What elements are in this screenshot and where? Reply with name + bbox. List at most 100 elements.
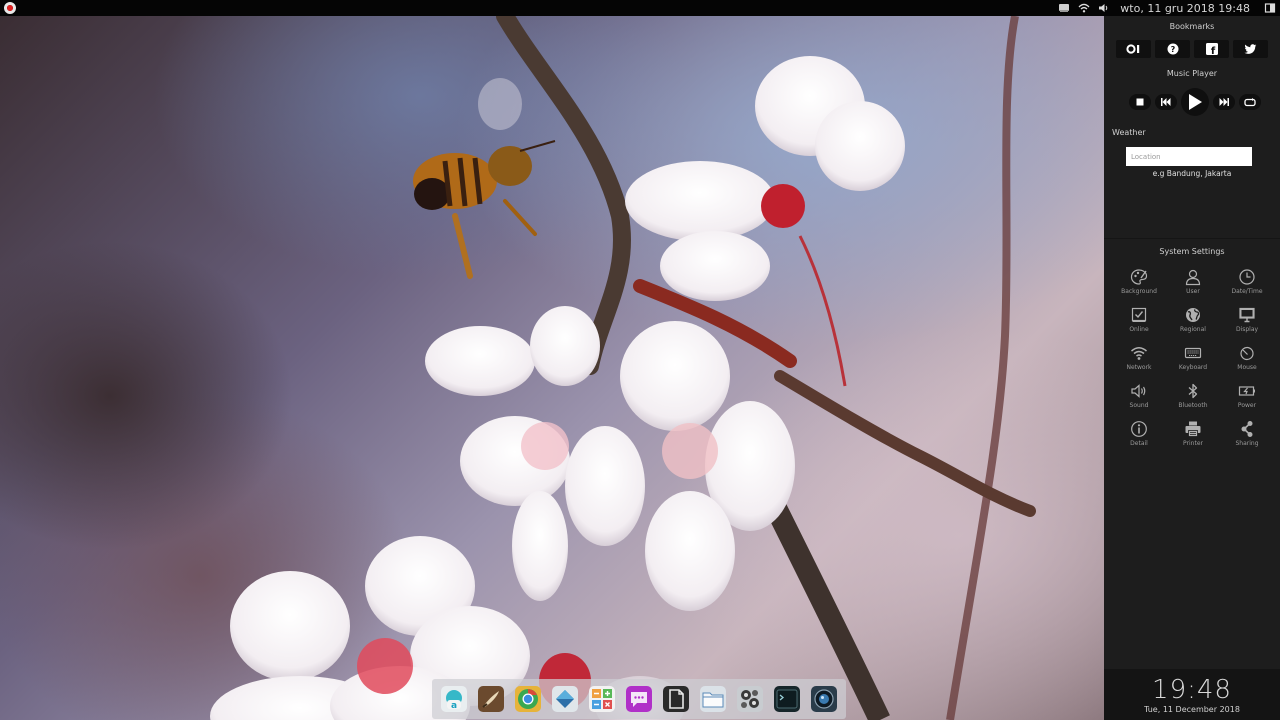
dock-messenger[interactable]: [626, 686, 652, 712]
dock-calculator[interactable]: [589, 686, 615, 712]
bluetooth-icon: [1188, 383, 1198, 399]
dock-settings[interactable]: [737, 686, 763, 712]
music-player-controls: [1129, 88, 1265, 116]
wifi-icon: [1131, 347, 1147, 360]
bookmark-help-button[interactable]: ?: [1155, 40, 1190, 58]
brush-icon: [482, 691, 499, 708]
monitor-icon: [1239, 307, 1255, 323]
info-icon: [1131, 421, 1147, 437]
music-player-title: Music Player: [1166, 69, 1218, 78]
app-store-icon: a: [446, 690, 462, 711]
user-icon: [1185, 269, 1201, 286]
app-menu-logo[interactable]: [4, 2, 16, 14]
settings-sharing[interactable]: Sharing: [1220, 420, 1274, 448]
settings-power[interactable]: Power: [1220, 382, 1274, 410]
settings-label: Keyboard: [1178, 364, 1208, 371]
weather-title: Weather: [1112, 128, 1146, 137]
settings-label: Display: [1235, 326, 1259, 333]
calculator-icon: [592, 689, 612, 709]
bookmarks-title: Bookmarks: [1169, 22, 1215, 31]
bookmark-twitter-button[interactable]: [1233, 40, 1268, 58]
speaker-icon: [1131, 384, 1146, 398]
next-button[interactable]: [1213, 94, 1235, 110]
weather-location-input[interactable]: [1126, 147, 1252, 166]
wifi-icon[interactable]: [1078, 2, 1090, 14]
system-settings-title: System Settings: [1159, 247, 1225, 256]
settings-printer[interactable]: Printer: [1166, 420, 1220, 448]
panel-divider: [1104, 238, 1280, 239]
settings-label: Background: [1121, 288, 1157, 295]
battery-icon: [1238, 386, 1255, 396]
printer-icon: [1185, 421, 1201, 437]
keyboard-layout-icon[interactable]: [1058, 2, 1070, 14]
online-icon: [1131, 307, 1147, 322]
bookmark-opera-button[interactable]: [1116, 40, 1151, 58]
chat-icon: [631, 692, 647, 707]
settings-label: Bluetooth: [1178, 402, 1208, 409]
top-panel: wto, 11 gru 2018 19:48: [0, 0, 1280, 16]
gears-icon: [741, 690, 759, 708]
settings-sound[interactable]: Sound: [1112, 382, 1166, 410]
wallpaper-artwork: [210, 16, 1036, 720]
dock-installer[interactable]: [552, 686, 578, 712]
system-settings-grid: Background User Date/Time Online Regiona…: [1112, 268, 1276, 448]
play-button[interactable]: [1181, 88, 1209, 116]
weather-location-hint: e.g Bandung, Jakarta: [1152, 169, 1232, 178]
settings-mouse[interactable]: Mouse: [1220, 344, 1274, 372]
window-toggle-icon[interactable]: [1264, 2, 1276, 14]
svg-text:a: a: [451, 701, 457, 711]
settings-label: Sound: [1129, 402, 1149, 409]
mouse-icon: [1240, 346, 1254, 361]
desktop-wallpaper: [0, 16, 1104, 720]
settings-label: Network: [1126, 364, 1152, 371]
settings-label: Date/Time: [1231, 288, 1263, 295]
side-panel: Bookmarks ? f Music Player Weather Locat…: [1104, 16, 1280, 720]
bookmark-facebook-button[interactable]: f: [1194, 40, 1229, 58]
svg-text:f: f: [1210, 46, 1215, 55]
stop-icon: [1136, 98, 1144, 106]
dock-file-manager[interactable]: [700, 686, 726, 712]
topbar-clock[interactable]: wto, 11 gru 2018 19:48: [1120, 2, 1250, 15]
settings-bluetooth[interactable]: Bluetooth: [1166, 382, 1220, 410]
twitter-icon: [1244, 43, 1257, 54]
dock-chrome[interactable]: [515, 686, 541, 712]
dock-text-editor[interactable]: [663, 686, 689, 712]
previous-button[interactable]: [1155, 94, 1177, 110]
previous-icon: [1161, 98, 1171, 106]
play-icon: [1189, 94, 1202, 110]
settings-detail[interactable]: Detail: [1112, 420, 1166, 448]
settings-background[interactable]: Background: [1112, 268, 1166, 296]
dock-terminal[interactable]: [774, 686, 800, 712]
facebook-icon: f: [1205, 43, 1218, 55]
bookmarks-row: ? f: [1116, 40, 1268, 58]
svg-text:?: ?: [1170, 45, 1175, 54]
settings-online[interactable]: Online: [1112, 306, 1166, 334]
panel-clock-date: Tue, 11 December 2018: [1144, 705, 1240, 714]
settings-label: Regional: [1180, 326, 1206, 333]
dock-gimp[interactable]: [478, 686, 504, 712]
panel-clock-time: 19:48: [1152, 675, 1232, 705]
next-icon: [1219, 98, 1229, 106]
settings-label: Power: [1237, 402, 1257, 409]
sharing-icon: [1241, 421, 1253, 437]
dock: a: [432, 679, 846, 719]
dock-camera[interactable]: [811, 686, 837, 712]
stop-button[interactable]: [1129, 94, 1151, 110]
settings-label: User: [1186, 288, 1200, 295]
palette-icon: [1130, 269, 1148, 285]
settings-user[interactable]: User: [1166, 268, 1220, 296]
settings-keyboard[interactable]: Keyboard: [1166, 344, 1220, 372]
settings-label: Detail: [1130, 440, 1148, 447]
settings-network[interactable]: Network: [1112, 344, 1166, 372]
panel-clock: 19:48 Tue, 11 December 2018: [1104, 669, 1280, 720]
repeat-button[interactable]: [1239, 94, 1261, 110]
settings-regional[interactable]: Regional: [1166, 306, 1220, 334]
dock-app-store[interactable]: a: [441, 686, 467, 712]
settings-datetime[interactable]: Date/Time: [1220, 268, 1274, 296]
settings-display[interactable]: Display: [1220, 306, 1274, 334]
help-icon: ?: [1167, 43, 1178, 55]
volume-icon[interactable]: [1098, 2, 1110, 14]
clock-icon: [1239, 269, 1255, 285]
system-tray: wto, 11 gru 2018 19:48: [1058, 2, 1276, 15]
settings-label: Online: [1129, 326, 1149, 333]
